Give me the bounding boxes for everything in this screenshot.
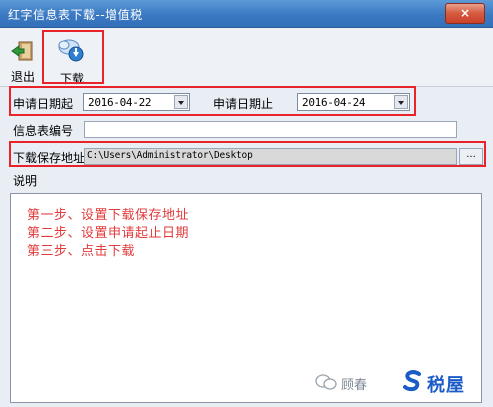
dialog-window: 红字信息表下载--增值税 × 退出 下载 申请日期起 2016-04-22 申请…: [0, 0, 493, 407]
exit-label: 退出: [10, 70, 35, 84]
watermark-name: 顾春: [340, 378, 367, 393]
notes-label: 说明: [13, 174, 38, 188]
exit-button[interactable]: 退出: [4, 28, 42, 86]
close-button[interactable]: ×: [445, 3, 485, 24]
title-bar: 红字信息表下载--增值税 ×: [0, 0, 493, 28]
note-line-1: 第一步、设置下载保存地址: [27, 208, 190, 223]
save-path-highlight-box: [9, 141, 486, 167]
date-highlight-box: [9, 86, 416, 116]
info-no-input[interactable]: [84, 121, 457, 138]
watermark-brand: 税屋: [427, 375, 465, 396]
notes-textarea[interactable]: 第一步、设置下载保存地址 第二步、设置申请起止日期 第三步、点击下载 顾春 税屋: [10, 193, 482, 403]
download-highlight-box: [42, 30, 104, 84]
info-no-label: 信息表编号: [13, 124, 74, 138]
watermark: 顾春 税屋: [315, 370, 465, 396]
note-line-3: 第三步、点击下载: [27, 244, 136, 259]
note-line-2: 第二步、设置申请起止日期: [27, 226, 190, 241]
window-title: 红字信息表下载--增值税: [8, 8, 143, 22]
